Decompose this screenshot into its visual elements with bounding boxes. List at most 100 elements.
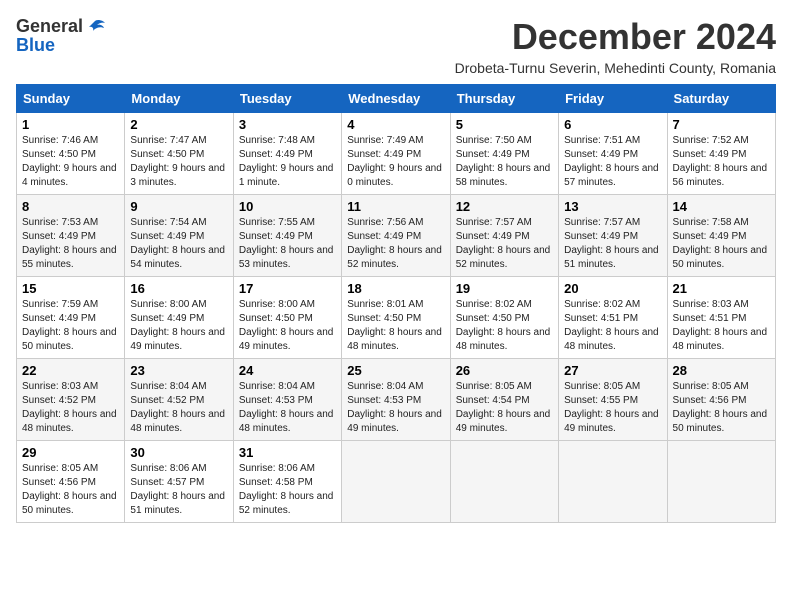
calendar-cell: 18 Sunrise: 8:01 AM Sunset: 4:50 PM Dayl… xyxy=(342,277,450,359)
day-info: Sunrise: 8:03 AM Sunset: 4:52 PM Dayligh… xyxy=(22,380,119,436)
calendar-cell: 14 Sunrise: 7:58 AM Sunset: 4:49 PM Dayl… xyxy=(667,195,775,277)
day-info: Sunrise: 7:58 AM Sunset: 4:49 PM Dayligh… xyxy=(673,216,770,272)
day-info: Sunrise: 7:48 AM Sunset: 4:49 PM Dayligh… xyxy=(239,134,336,190)
calendar-week-row: 22 Sunrise: 8:03 AM Sunset: 4:52 PM Dayl… xyxy=(17,359,776,441)
day-info: Sunrise: 8:00 AM Sunset: 4:49 PM Dayligh… xyxy=(130,298,227,354)
day-info: Sunrise: 8:05 AM Sunset: 4:56 PM Dayligh… xyxy=(22,462,119,518)
day-info: Sunrise: 7:53 AM Sunset: 4:49 PM Dayligh… xyxy=(22,216,119,272)
logo-bird-icon xyxy=(85,19,105,35)
calendar-cell: 31 Sunrise: 8:06 AM Sunset: 4:58 PM Dayl… xyxy=(233,441,341,523)
day-number: 27 xyxy=(564,363,661,378)
day-number: 16 xyxy=(130,281,227,296)
day-info: Sunrise: 8:06 AM Sunset: 4:58 PM Dayligh… xyxy=(239,462,336,518)
day-info: Sunrise: 7:46 AM Sunset: 4:50 PM Dayligh… xyxy=(22,134,119,190)
day-number: 15 xyxy=(22,281,119,296)
calendar-cell: 26 Sunrise: 8:05 AM Sunset: 4:54 PM Dayl… xyxy=(450,359,558,441)
logo-general-text: General xyxy=(16,16,83,37)
day-info: Sunrise: 8:03 AM Sunset: 4:51 PM Dayligh… xyxy=(673,298,770,354)
calendar-cell xyxy=(559,441,667,523)
calendar-cell: 28 Sunrise: 8:05 AM Sunset: 4:56 PM Dayl… xyxy=(667,359,775,441)
weekday-header-monday: Monday xyxy=(125,85,233,113)
calendar-cell: 27 Sunrise: 8:05 AM Sunset: 4:55 PM Dayl… xyxy=(559,359,667,441)
day-number: 13 xyxy=(564,199,661,214)
day-info: Sunrise: 7:52 AM Sunset: 4:49 PM Dayligh… xyxy=(673,134,770,190)
day-number: 17 xyxy=(239,281,336,296)
calendar-cell: 19 Sunrise: 8:02 AM Sunset: 4:50 PM Dayl… xyxy=(450,277,558,359)
calendar-cell: 4 Sunrise: 7:49 AM Sunset: 4:49 PM Dayli… xyxy=(342,113,450,195)
location-text: Drobeta-Turnu Severin, Mehedinti County,… xyxy=(455,60,776,76)
calendar-cell: 17 Sunrise: 8:00 AM Sunset: 4:50 PM Dayl… xyxy=(233,277,341,359)
calendar-cell: 21 Sunrise: 8:03 AM Sunset: 4:51 PM Dayl… xyxy=(667,277,775,359)
day-number: 28 xyxy=(673,363,770,378)
calendar-cell: 23 Sunrise: 8:04 AM Sunset: 4:52 PM Dayl… xyxy=(125,359,233,441)
calendar-cell: 25 Sunrise: 8:04 AM Sunset: 4:53 PM Dayl… xyxy=(342,359,450,441)
day-number: 14 xyxy=(673,199,770,214)
calendar-cell: 13 Sunrise: 7:57 AM Sunset: 4:49 PM Dayl… xyxy=(559,195,667,277)
page-header: General Blue December 2024 Drobeta-Turnu… xyxy=(16,16,776,76)
day-info: Sunrise: 8:01 AM Sunset: 4:50 PM Dayligh… xyxy=(347,298,444,354)
day-number: 12 xyxy=(456,199,553,214)
day-info: Sunrise: 8:06 AM Sunset: 4:57 PM Dayligh… xyxy=(130,462,227,518)
calendar-cell: 10 Sunrise: 7:55 AM Sunset: 4:49 PM Dayl… xyxy=(233,195,341,277)
calendar-week-row: 29 Sunrise: 8:05 AM Sunset: 4:56 PM Dayl… xyxy=(17,441,776,523)
day-number: 18 xyxy=(347,281,444,296)
day-number: 6 xyxy=(564,117,661,132)
day-number: 20 xyxy=(564,281,661,296)
day-number: 22 xyxy=(22,363,119,378)
calendar-cell: 15 Sunrise: 7:59 AM Sunset: 4:49 PM Dayl… xyxy=(17,277,125,359)
weekday-header-sunday: Sunday xyxy=(17,85,125,113)
weekday-header-row: SundayMondayTuesdayWednesdayThursdayFrid… xyxy=(17,85,776,113)
day-number: 4 xyxy=(347,117,444,132)
day-info: Sunrise: 7:57 AM Sunset: 4:49 PM Dayligh… xyxy=(564,216,661,272)
day-number: 5 xyxy=(456,117,553,132)
calendar-week-row: 15 Sunrise: 7:59 AM Sunset: 4:49 PM Dayl… xyxy=(17,277,776,359)
day-info: Sunrise: 8:04 AM Sunset: 4:53 PM Dayligh… xyxy=(347,380,444,436)
calendar-week-row: 1 Sunrise: 7:46 AM Sunset: 4:50 PM Dayli… xyxy=(17,113,776,195)
calendar-cell: 30 Sunrise: 8:06 AM Sunset: 4:57 PM Dayl… xyxy=(125,441,233,523)
day-number: 25 xyxy=(347,363,444,378)
day-info: Sunrise: 7:59 AM Sunset: 4:49 PM Dayligh… xyxy=(22,298,119,354)
day-info: Sunrise: 7:47 AM Sunset: 4:50 PM Dayligh… xyxy=(130,134,227,190)
calendar-cell: 3 Sunrise: 7:48 AM Sunset: 4:49 PM Dayli… xyxy=(233,113,341,195)
day-number: 3 xyxy=(239,117,336,132)
day-info: Sunrise: 7:54 AM Sunset: 4:49 PM Dayligh… xyxy=(130,216,227,272)
calendar-cell: 29 Sunrise: 8:05 AM Sunset: 4:56 PM Dayl… xyxy=(17,441,125,523)
day-number: 2 xyxy=(130,117,227,132)
day-info: Sunrise: 8:05 AM Sunset: 4:55 PM Dayligh… xyxy=(564,380,661,436)
calendar-week-row: 8 Sunrise: 7:53 AM Sunset: 4:49 PM Dayli… xyxy=(17,195,776,277)
day-number: 23 xyxy=(130,363,227,378)
calendar-cell: 11 Sunrise: 7:56 AM Sunset: 4:49 PM Dayl… xyxy=(342,195,450,277)
day-info: Sunrise: 8:02 AM Sunset: 4:51 PM Dayligh… xyxy=(564,298,661,354)
day-number: 24 xyxy=(239,363,336,378)
calendar-cell: 6 Sunrise: 7:51 AM Sunset: 4:49 PM Dayli… xyxy=(559,113,667,195)
calendar-cell xyxy=(450,441,558,523)
weekday-header-friday: Friday xyxy=(559,85,667,113)
weekday-header-saturday: Saturday xyxy=(667,85,775,113)
day-info: Sunrise: 8:05 AM Sunset: 4:56 PM Dayligh… xyxy=(673,380,770,436)
day-info: Sunrise: 7:49 AM Sunset: 4:49 PM Dayligh… xyxy=(347,134,444,190)
day-number: 9 xyxy=(130,199,227,214)
calendar-cell: 5 Sunrise: 7:50 AM Sunset: 4:49 PM Dayli… xyxy=(450,113,558,195)
weekday-header-tuesday: Tuesday xyxy=(233,85,341,113)
day-number: 30 xyxy=(130,445,227,460)
day-info: Sunrise: 7:56 AM Sunset: 4:49 PM Dayligh… xyxy=(347,216,444,272)
logo-blue-text: Blue xyxy=(16,35,55,56)
month-title: December 2024 xyxy=(455,16,776,58)
weekday-header-wednesday: Wednesday xyxy=(342,85,450,113)
day-number: 31 xyxy=(239,445,336,460)
calendar-cell: 1 Sunrise: 7:46 AM Sunset: 4:50 PM Dayli… xyxy=(17,113,125,195)
logo: General Blue xyxy=(16,16,105,56)
day-info: Sunrise: 8:04 AM Sunset: 4:52 PM Dayligh… xyxy=(130,380,227,436)
day-number: 19 xyxy=(456,281,553,296)
day-info: Sunrise: 7:50 AM Sunset: 4:49 PM Dayligh… xyxy=(456,134,553,190)
calendar-table: SundayMondayTuesdayWednesdayThursdayFrid… xyxy=(16,84,776,523)
title-section: December 2024 Drobeta-Turnu Severin, Meh… xyxy=(455,16,776,76)
day-number: 10 xyxy=(239,199,336,214)
day-info: Sunrise: 8:04 AM Sunset: 4:53 PM Dayligh… xyxy=(239,380,336,436)
day-number: 1 xyxy=(22,117,119,132)
calendar-cell xyxy=(342,441,450,523)
day-info: Sunrise: 7:51 AM Sunset: 4:49 PM Dayligh… xyxy=(564,134,661,190)
day-number: 21 xyxy=(673,281,770,296)
day-info: Sunrise: 7:57 AM Sunset: 4:49 PM Dayligh… xyxy=(456,216,553,272)
day-info: Sunrise: 8:02 AM Sunset: 4:50 PM Dayligh… xyxy=(456,298,553,354)
